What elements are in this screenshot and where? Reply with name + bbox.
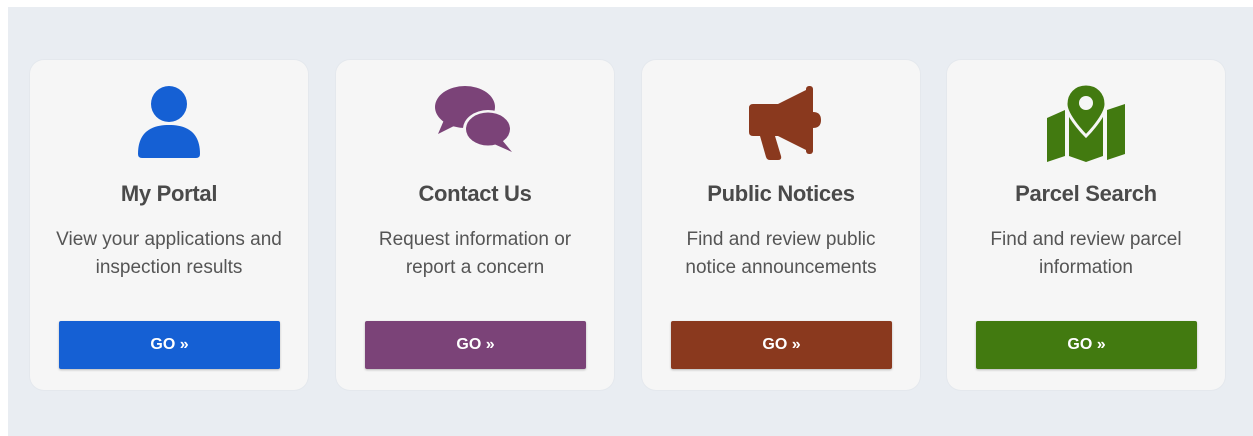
card-title: Public Notices bbox=[707, 181, 855, 206]
card-title: Parcel Search bbox=[1015, 181, 1157, 206]
public-notices-go-button[interactable]: GO » bbox=[671, 321, 892, 369]
chat-bubbles-icon bbox=[430, 82, 520, 162]
card-contact-us: Contact Us Request information or report… bbox=[336, 60, 614, 390]
card-title: Contact Us bbox=[418, 181, 532, 206]
card-description: View your applications and inspection re… bbox=[56, 229, 282, 278]
services-panel: My Portal View your applications and ins… bbox=[8, 7, 1253, 436]
user-icon bbox=[124, 82, 214, 162]
card-public-notices: Public Notices Find and review public no… bbox=[642, 60, 920, 390]
card-description: Find and review parcel information bbox=[990, 229, 1182, 278]
my-portal-go-button[interactable]: GO » bbox=[59, 321, 280, 369]
map-pin-icon bbox=[1041, 82, 1131, 162]
card-description: Find and review public notice announceme… bbox=[685, 229, 877, 278]
parcel-search-go-button[interactable]: GO » bbox=[976, 321, 1197, 369]
card-description: Request information or report a concern bbox=[378, 229, 572, 278]
card-parcel-search: Parcel Search Find and review parcel inf… bbox=[947, 60, 1225, 390]
megaphone-icon bbox=[736, 82, 826, 162]
contact-us-go-button[interactable]: GO » bbox=[365, 321, 586, 369]
card-title: My Portal bbox=[120, 181, 218, 206]
card-my-portal: My Portal View your applications and ins… bbox=[30, 60, 308, 390]
